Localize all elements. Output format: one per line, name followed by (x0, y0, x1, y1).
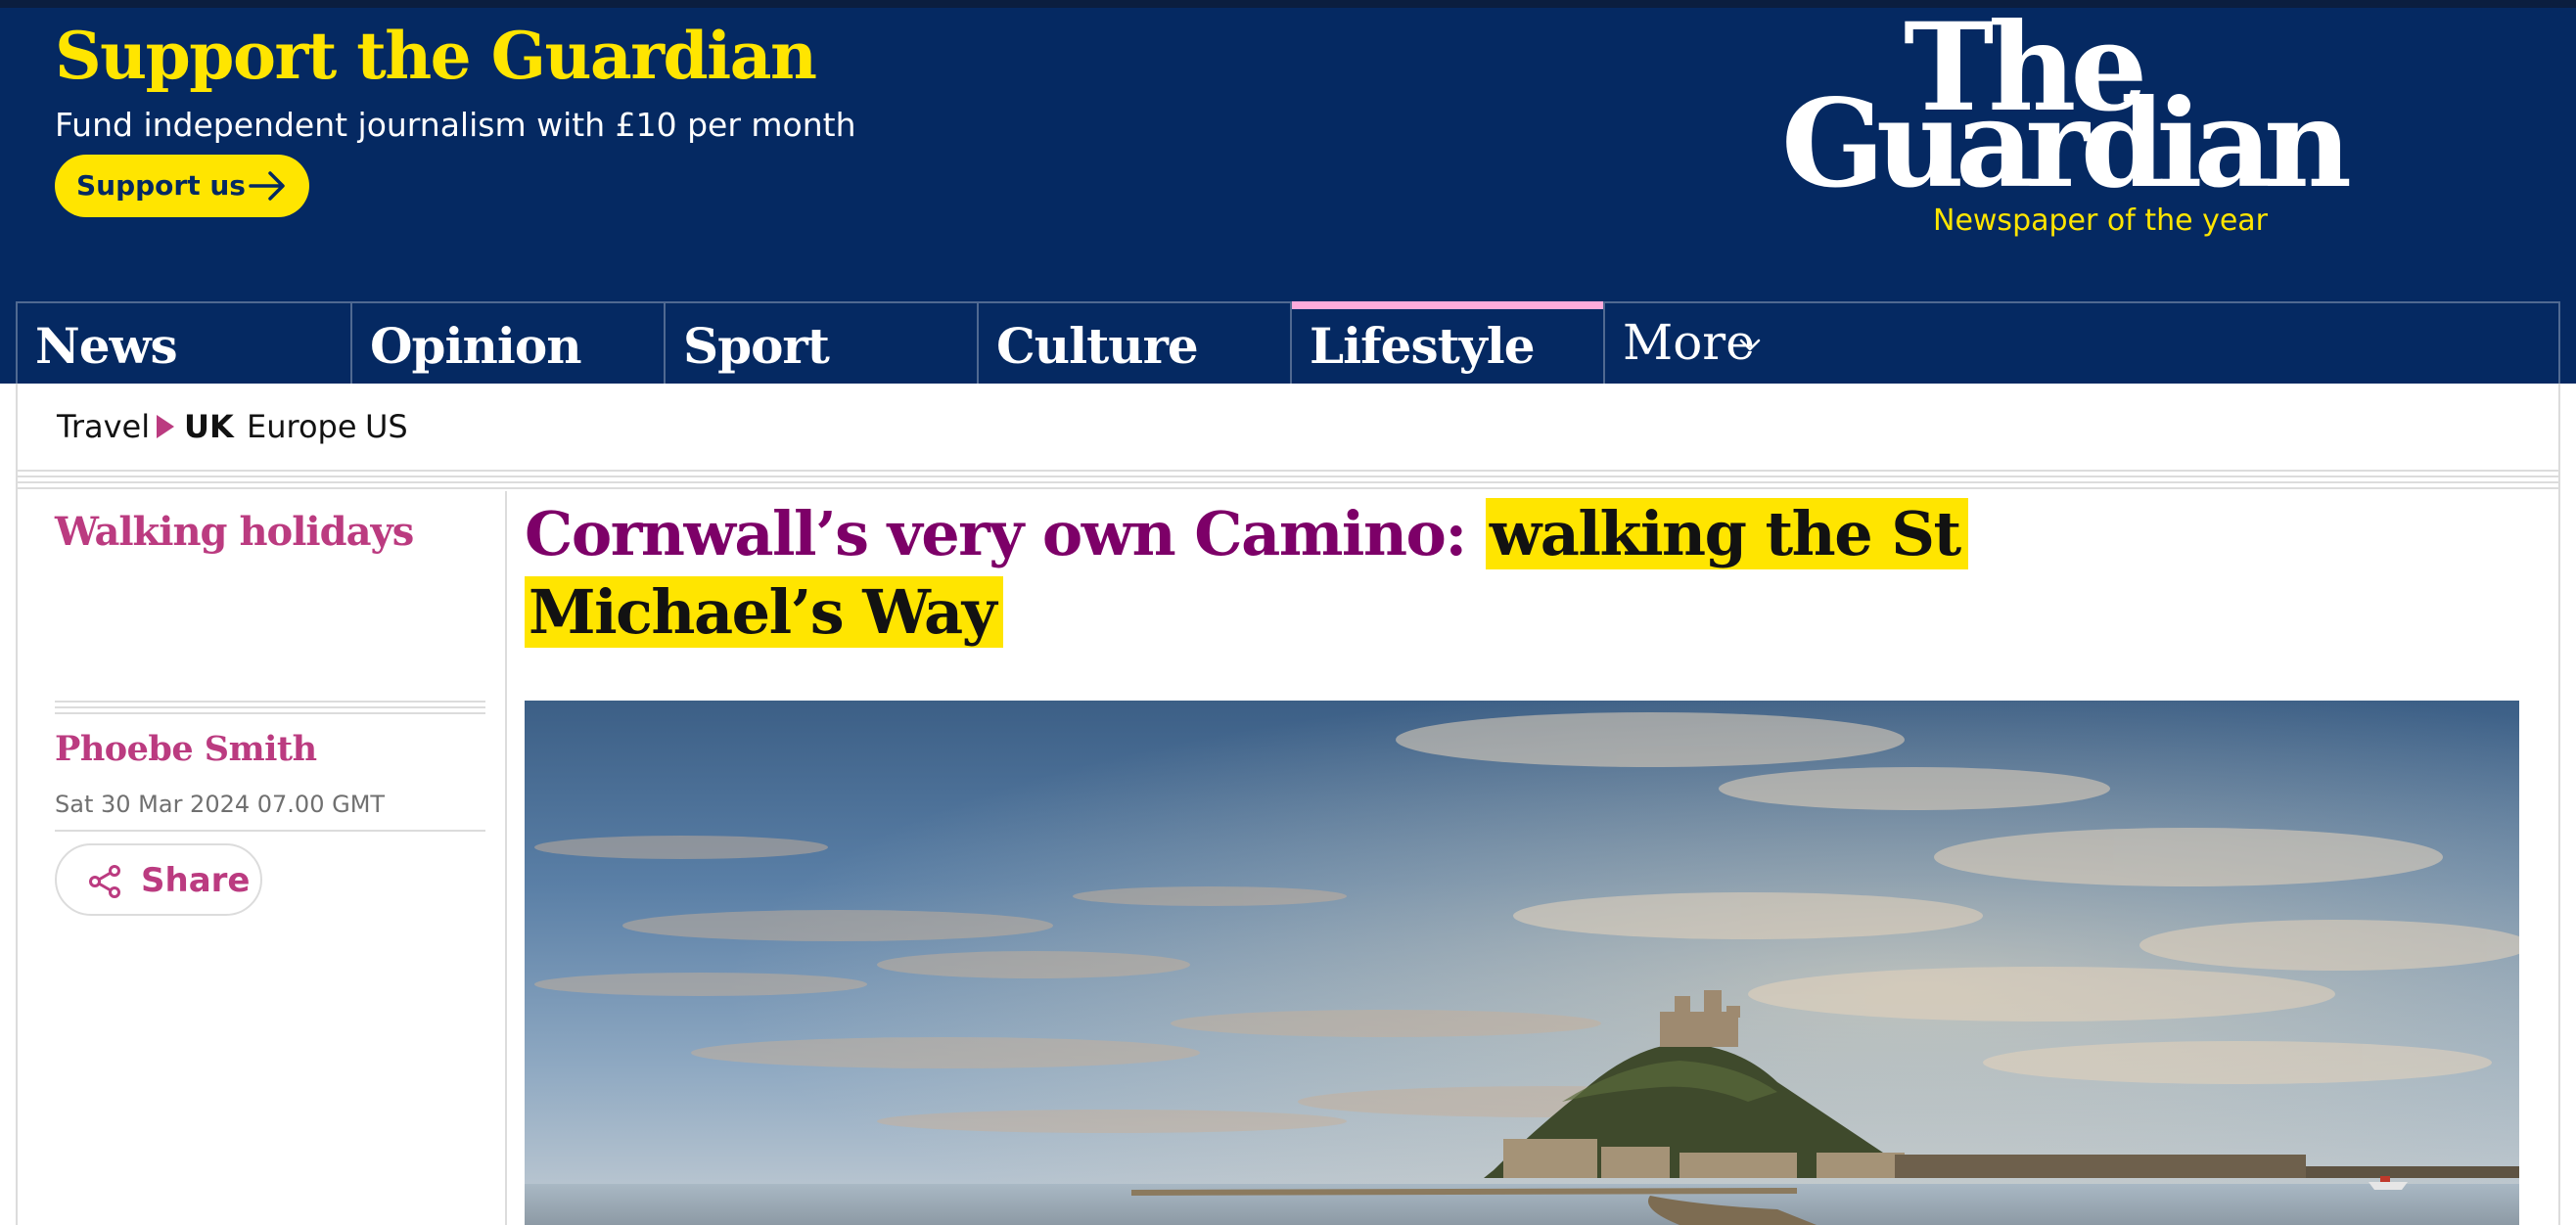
article-headline: Cornwall’s very own Camino: walking the … (525, 495, 2188, 652)
share-icon (89, 865, 120, 898)
pillar-news-label: News (35, 317, 178, 375)
pillar-nav: News Opinion Sport Culture Lifestyle Mor… (16, 301, 2560, 384)
hero-image (525, 701, 2519, 1225)
subnav-uk[interactable]: UK (184, 405, 234, 448)
meta-divider (55, 701, 485, 718)
share-label: Share (141, 861, 251, 900)
subnav-europe[interactable]: Europe (247, 405, 357, 448)
section-divider (18, 470, 2558, 491)
support-subheading: Fund independent journalism with £10 per… (55, 106, 856, 144)
pillar-opinion[interactable]: Opinion (350, 303, 664, 384)
pillar-culture-label: Culture (996, 317, 1199, 375)
pillar-opinion-label: Opinion (370, 317, 582, 375)
pillar-sport[interactable]: Sport (664, 303, 977, 384)
guardian-logo[interactable]: The Guardian Newspaper of the year (1781, 0, 2388, 245)
support-us-label: Support us (76, 169, 246, 202)
pillar-lifestyle-label: Lifestyle (1310, 317, 1536, 375)
pillar-more-label: More (1623, 314, 1755, 371)
subnav-us[interactable]: US (365, 405, 408, 448)
publish-date: Sat 30 Mar 2024 07.00 GMT (55, 791, 386, 818)
pillar-lifestyle[interactable]: Lifestyle (1290, 301, 1603, 384)
page-frame-right (2558, 384, 2560, 1225)
logo-guardian: Guardian (1781, 73, 2352, 215)
logo-tagline: Newspaper of the year (1933, 204, 2269, 238)
subnav-travel[interactable]: Travel (57, 405, 150, 448)
pillar-news[interactable]: News (18, 303, 350, 384)
chevron-down-icon (1739, 339, 1761, 351)
support-heading: Support the Guardian (55, 18, 817, 94)
series-link[interactable]: Walking holidays (55, 507, 414, 558)
column-divider (505, 491, 507, 1225)
headline-kicker: Cornwall’s very own Camino: (525, 498, 1467, 569)
pillar-culture[interactable]: Culture (977, 303, 1290, 384)
pillar-active-indicator (1292, 301, 1603, 309)
triangle-right-icon (157, 415, 174, 438)
travel-subnav: Travel UK Europe US (18, 384, 2558, 470)
page-frame-left (16, 384, 18, 1225)
share-button[interactable]: Share (55, 843, 262, 916)
st-michaels-mount-photo (525, 701, 2519, 1225)
meta-rule (55, 830, 485, 832)
support-us-button[interactable]: Support us (55, 155, 309, 217)
arrow-right-icon (249, 171, 285, 201)
pillar-more[interactable]: More (1603, 303, 1838, 384)
masthead: Support the Guardian Fund independent jo… (0, 0, 2576, 384)
author-byline[interactable]: Phoebe Smith (55, 728, 317, 771)
pillar-sport-label: Sport (683, 317, 830, 375)
